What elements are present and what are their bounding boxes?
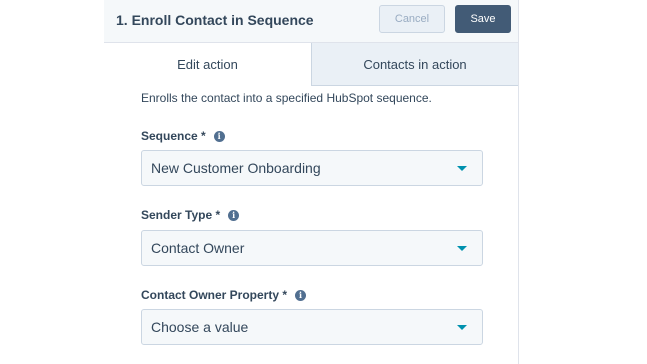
sender-type-select[interactable]: Contact Owner [141,230,483,266]
action-panel: 1. Enroll Contact in Sequence Cancel Sav… [104,0,518,364]
contact-owner-property-select-value: Choose a value [151,319,249,335]
save-button[interactable]: Save [455,5,511,33]
caret-down-icon [457,246,467,251]
info-icon[interactable]: i [228,209,240,221]
action-title: 1. Enroll Contact in Sequence [116,12,314,28]
cancel-button[interactable]: Cancel [379,5,445,33]
action-description: Enrolls the contact into a specified Hub… [141,91,432,105]
caret-down-icon [457,325,467,330]
tab-bar: Edit action Contacts in action [104,43,518,86]
sequence-select[interactable]: New Customer Onboarding [141,150,483,186]
tab-edit-action[interactable]: Edit action [104,43,312,86]
info-icon[interactable]: i [295,289,307,301]
contact-owner-property-label: Contact Owner Property * i [141,288,307,302]
info-icon[interactable]: i [213,130,225,142]
sender-type-label-text: Sender Type * [141,208,221,222]
contact-owner-property-label-text: Contact Owner Property * [141,288,288,302]
panel-header: 1. Enroll Contact in Sequence Cancel Sav… [104,0,518,43]
sequence-label-text: Sequence * [141,129,206,143]
tab-contacts-in-action[interactable]: Contacts in action [312,43,518,86]
contact-owner-property-select[interactable]: Choose a value [141,309,483,345]
sequence-label: Sequence * i [141,129,225,143]
sequence-select-value: New Customer Onboarding [151,160,321,176]
sender-type-select-value: Contact Owner [151,240,245,256]
panel-divider [518,0,519,364]
caret-down-icon [457,166,467,171]
sender-type-label: Sender Type * i [141,208,240,222]
